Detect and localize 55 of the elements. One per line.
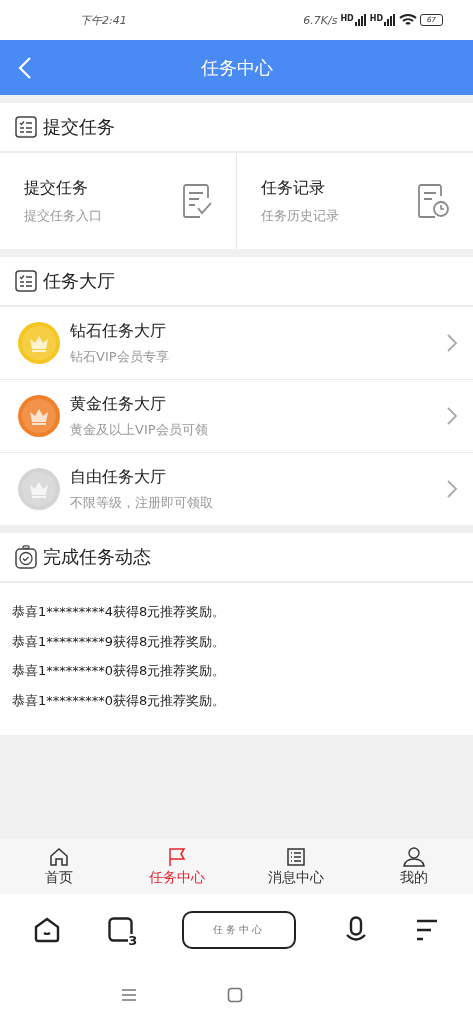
feed-message: 恭喜1*********9获得8元推荐奖励。: [12, 632, 227, 651]
stopwatch-check-icon: [15, 545, 37, 569]
network-label: HD: [369, 14, 384, 23]
section-title: 任务大厅: [43, 269, 115, 293]
menu-icon[interactable]: [414, 919, 439, 941]
hall-title: 自由任务大厅: [70, 466, 167, 488]
feed-message: 恭喜1*********0获得8元推荐奖励。: [12, 691, 227, 710]
document-clock-icon: [417, 184, 449, 218]
back-icon[interactable]: [18, 56, 32, 80]
card-title: 任务记录: [261, 177, 326, 199]
tab-bar-item[interactable]: 我的: [354, 839, 473, 894]
page-title: 任务中心: [199, 55, 274, 80]
network-label: HD: [340, 14, 354, 23]
tab-count: 3: [128, 934, 138, 947]
hall-subtitle: 钻石VIP会员专享: [70, 347, 170, 366]
tabs-icon: [108, 917, 135, 943]
address-bar[interactable]: 任务中心: [182, 911, 297, 949]
hall-list-item[interactable]: 自由任务大厅 不限等级，注册即可领取: [0, 453, 473, 525]
person-icon: [402, 846, 425, 867]
task-card[interactable]: 任务记录 任务历史记录: [236, 153, 473, 249]
tabs-button[interactable]: 3: [108, 917, 135, 943]
tab-bar-item[interactable]: 消息中心: [236, 839, 355, 894]
task-card[interactable]: 提交任务 提交任务入口: [0, 153, 236, 249]
card-title: 提交任务: [24, 177, 89, 199]
hall-title: 钻石任务大厅: [70, 320, 167, 342]
card-subtitle: 任务历史记录: [261, 206, 339, 225]
section-title: 提交任务: [43, 115, 115, 139]
signal-icon: [384, 14, 397, 26]
wifi-icon: [399, 13, 418, 27]
feed-message: 恭喜1*********4获得8元推荐奖励。: [12, 603, 227, 621]
status-time: 下午2:41: [80, 12, 127, 28]
flag-icon: [167, 846, 188, 867]
chevron-right-icon: [447, 407, 457, 425]
section-title: 完成任务动态: [43, 545, 151, 569]
square-icon[interactable]: [226, 987, 243, 1003]
hall-subtitle: 黄金及以上VIP会员可领: [70, 420, 209, 439]
checklist-icon: [15, 116, 37, 138]
home-icon[interactable]: [34, 917, 61, 943]
hall-title: 黄金任务大厅: [70, 393, 167, 415]
checklist-icon: [15, 270, 37, 292]
card-subtitle: 提交任务入口: [24, 206, 102, 225]
chevron-right-icon: [447, 334, 457, 352]
list-icon: [285, 846, 306, 867]
signal-icon: [354, 14, 367, 26]
tab-bar-item[interactable]: 任务中心: [118, 839, 237, 894]
microphone-icon[interactable]: [344, 916, 367, 944]
chevron-right-icon: [447, 480, 457, 498]
hall-list-item[interactable]: 钻石任务大厅 钻石VIP会员专享: [0, 307, 473, 380]
tab-bar-item[interactable]: 首页: [0, 839, 119, 894]
document-check-icon: [182, 184, 212, 218]
network-speed: 6.7K/s: [303, 13, 338, 27]
hall-subtitle: 不限等级，注册即可领取: [70, 493, 214, 512]
hall-list-item[interactable]: 黄金任务大厅 黄金及以上VIP会员可领: [0, 380, 473, 453]
home-icon: [49, 846, 70, 867]
feed-message: 恭喜1*********0获得8元推荐奖励。: [12, 662, 227, 680]
